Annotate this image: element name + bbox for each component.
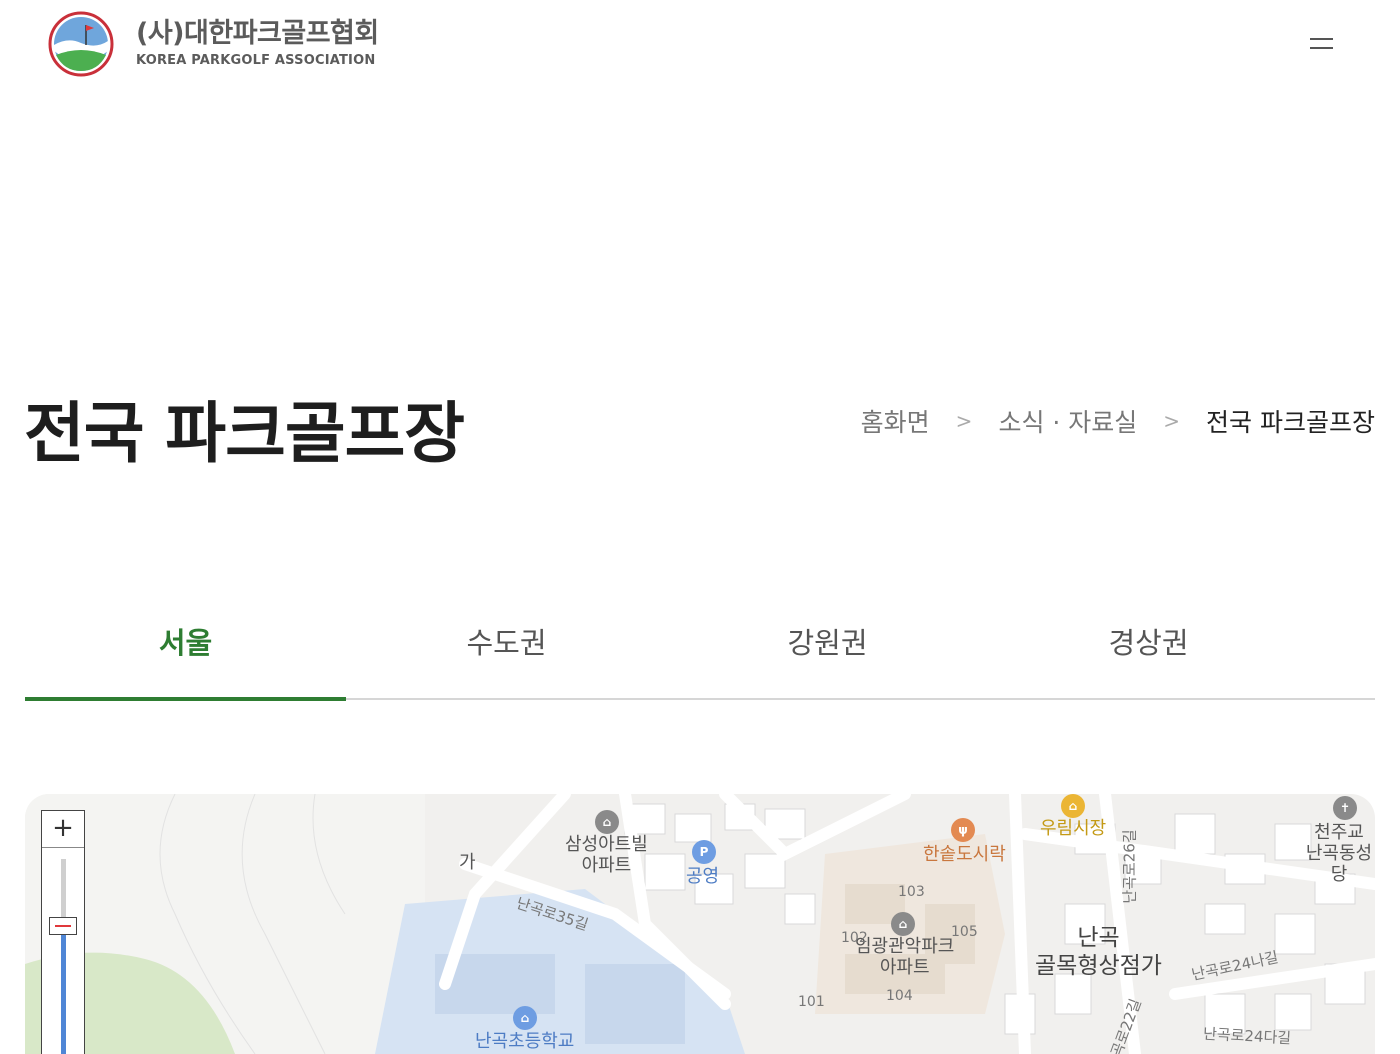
parking-icon: P bbox=[692, 840, 716, 864]
logo-emblem-icon bbox=[48, 11, 114, 77]
zoom-slider-level bbox=[61, 931, 66, 1054]
map-label-text: 난곡 골목형상점가 bbox=[1035, 925, 1162, 979]
map-label-text: 삼성아트빌 아파트 bbox=[565, 834, 648, 876]
map-background bbox=[25, 794, 1375, 1054]
breadcrumb-home[interactable]: 홈화면 bbox=[861, 403, 930, 439]
market-icon: ⌂ bbox=[1061, 794, 1085, 818]
map-label-text: 임광관악파크 아파트 bbox=[855, 936, 955, 978]
map-label-church[interactable]: 천주교 난곡동성당 bbox=[1303, 822, 1375, 885]
map-label-district[interactable]: 난곡 골목형상점가 bbox=[1035, 924, 1162, 980]
page-title: 전국 파크골프장 bbox=[24, 395, 465, 472]
building-number: 104 bbox=[886, 988, 913, 1004]
region-tabs: 서울 수도권 강원권 경상권 bbox=[25, 600, 1375, 701]
apartment-icon: ⌂ bbox=[595, 810, 619, 834]
map-label-restaurant[interactable]: 한솥도시락 bbox=[923, 844, 1006, 865]
tab-seoul[interactable]: 서울 bbox=[25, 600, 346, 701]
restaurant-icon: ψ bbox=[951, 818, 975, 842]
hamburger-icon-line bbox=[1310, 47, 1333, 49]
breadcrumb-separator: > bbox=[1163, 409, 1181, 433]
zoom-slider-handle[interactable] bbox=[49, 917, 77, 935]
map-label-parking[interactable]: 공영 bbox=[686, 866, 719, 887]
building-number: 105 bbox=[951, 924, 978, 940]
breadcrumb: 홈화면 > 소식 · 자료실 > 전국 파크골프장 bbox=[861, 403, 1375, 439]
school-icon: ⌂ bbox=[513, 1006, 537, 1030]
tab-gangwon[interactable]: 강원권 bbox=[667, 600, 988, 698]
map-zoom-control: + bbox=[41, 810, 85, 1054]
road-label: 난곡로26길 bbox=[1120, 829, 1139, 904]
map-view[interactable]: ⌂ 삼성아트빌 아파트 가 P 공영 ψ 한솥도시락 ⌂ 우림시장 ✝ 천주교 … bbox=[25, 794, 1375, 1054]
zoom-in-button[interactable]: + bbox=[42, 811, 84, 848]
logo-text: (사)대한파크골프협회 KOREA PARKGOLF ASSOCIATION bbox=[136, 17, 379, 69]
tab-sudogwon[interactable]: 수도권 bbox=[346, 600, 667, 698]
church-icon: ✝ bbox=[1333, 796, 1357, 820]
menu-button[interactable] bbox=[1306, 33, 1336, 55]
apartment-icon: ⌂ bbox=[891, 912, 915, 936]
building-number: 101 bbox=[798, 994, 825, 1010]
map-label-text: 천주교 난곡동성당 bbox=[1305, 822, 1373, 885]
breadcrumb-current: 전국 파크골프장 bbox=[1206, 408, 1375, 437]
map-label-ga: 가 bbox=[459, 852, 476, 873]
map-label-school[interactable]: 난곡초등학교 bbox=[475, 1031, 574, 1052]
breadcrumb-news[interactable]: 소식 · 자료실 bbox=[998, 403, 1137, 439]
tab-gyeongsang[interactable]: 경상권 bbox=[988, 600, 1309, 698]
map-label-market[interactable]: 우림시장 bbox=[1040, 818, 1106, 839]
breadcrumb-separator: > bbox=[955, 409, 973, 433]
hamburger-icon bbox=[1310, 38, 1333, 40]
building-number: 102 bbox=[841, 930, 868, 946]
map-label-samsung-apt[interactable]: 삼성아트빌 아파트 bbox=[565, 834, 648, 876]
logo-korean-name: (사)대한파크골프협회 bbox=[136, 18, 379, 49]
building-number: 103 bbox=[898, 884, 925, 900]
logo-english-name: KOREA PARKGOLF ASSOCIATION bbox=[136, 53, 376, 68]
site-header: (사)대한파크골프협회 KOREA PARKGOLF ASSOCIATION bbox=[0, 0, 1400, 90]
map-label-imgwang-apt[interactable]: 임광관악파크 아파트 bbox=[855, 936, 954, 978]
